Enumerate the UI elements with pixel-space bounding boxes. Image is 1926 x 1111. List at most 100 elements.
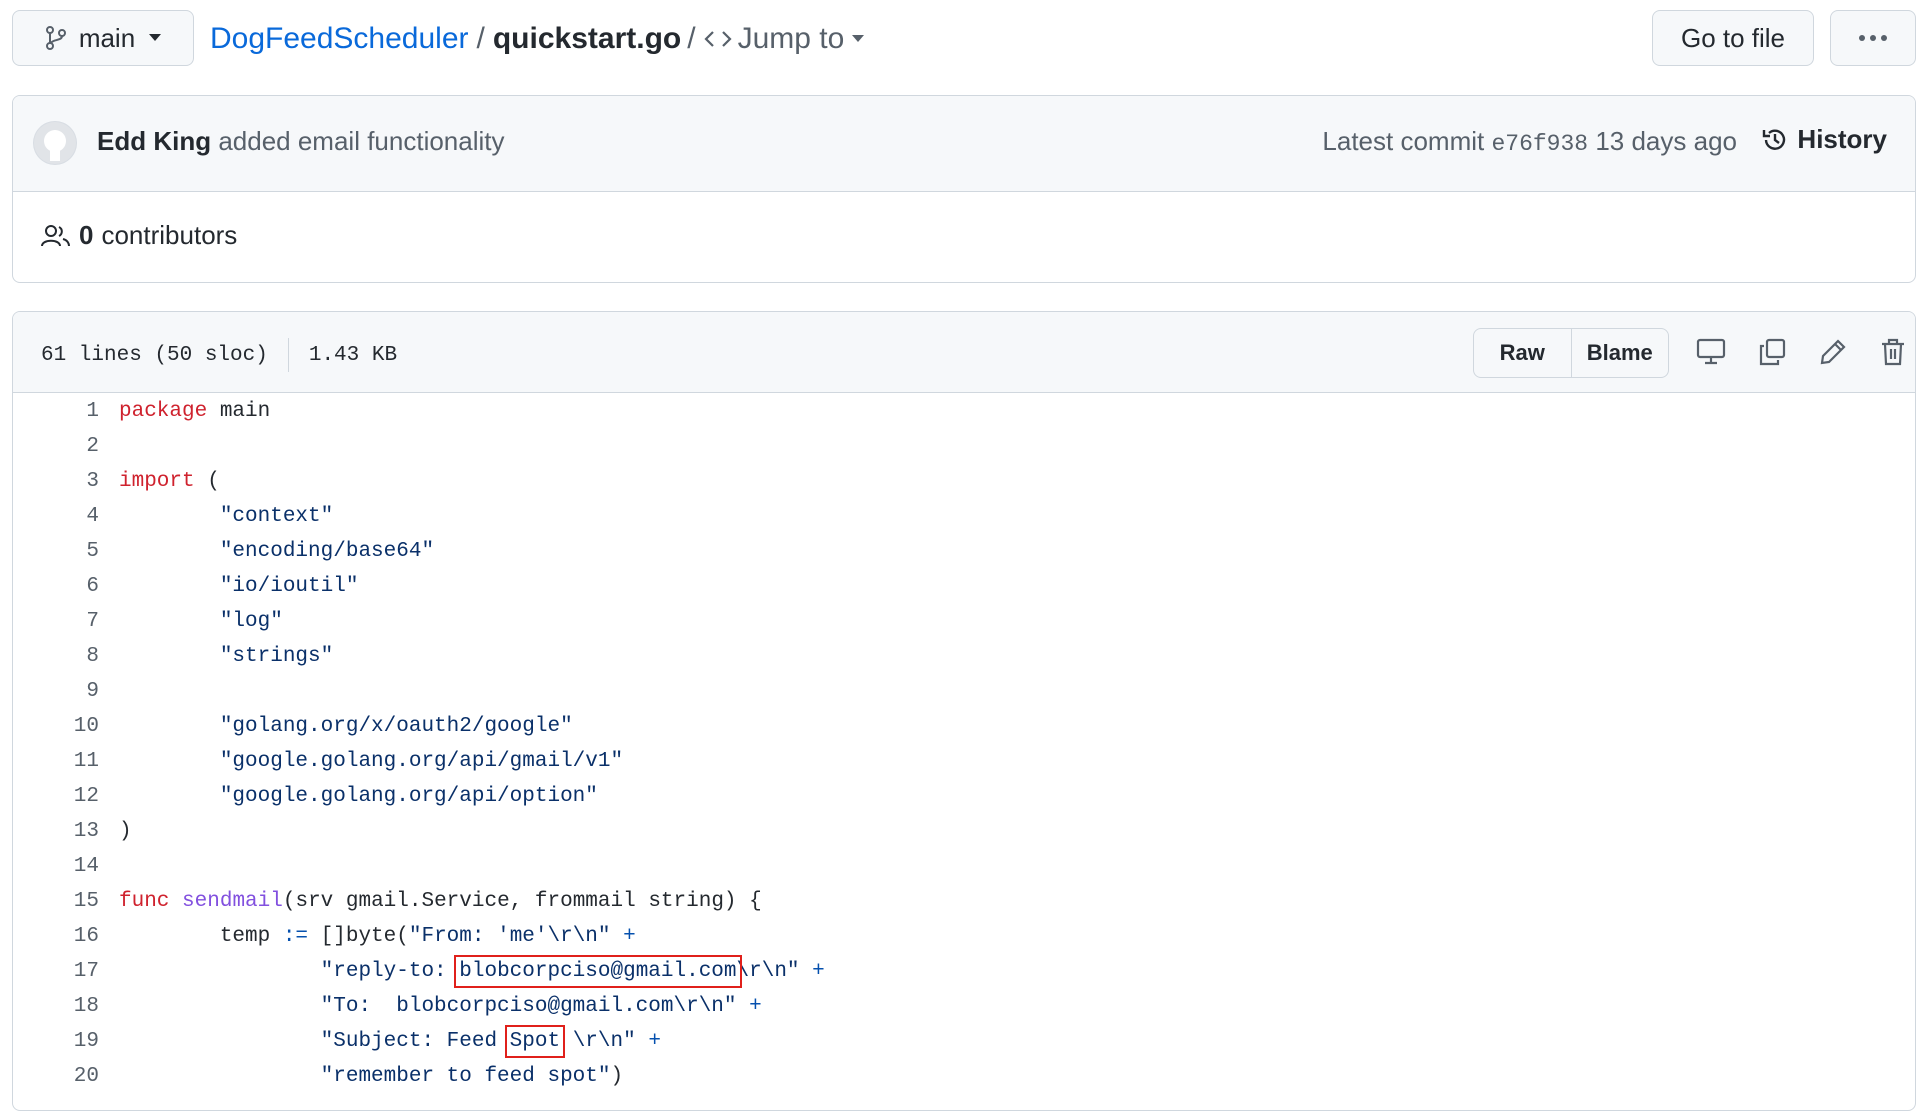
- code-line: 14: [13, 849, 1915, 884]
- line-number[interactable]: 12: [13, 779, 99, 814]
- code-line: 5 "encoding/base64": [13, 534, 1915, 569]
- code-text: "Subject: Feed Spot \r\n" +: [119, 1025, 661, 1058]
- copy-raw-button[interactable]: [1754, 334, 1790, 370]
- line-number[interactable]: 16: [13, 919, 99, 954]
- commit-message: Edd King added email functionality: [97, 126, 505, 157]
- commit-info: Latest commit e76f938 13 days ago: [1322, 126, 1737, 157]
- code-text: "remember to feed spot"): [119, 1065, 624, 1088]
- line-number[interactable]: 13: [13, 814, 99, 849]
- code-line: 17 "reply-to: blobcorpciso@gmail.com\r\n…: [13, 954, 1915, 989]
- code-line: 10 "golang.org/x/oauth2/google": [13, 709, 1915, 744]
- go-to-file-button[interactable]: Go to file: [1652, 10, 1814, 66]
- code-line: 12 "google.golang.org/api/option": [13, 779, 1915, 814]
- line-number[interactable]: 11: [13, 744, 99, 779]
- code-line: 18 "To: blobcorpciso@gmail.com\r\n" +: [13, 989, 1915, 1024]
- contributors[interactable]: 0 contributors: [41, 220, 237, 251]
- history-icon: [1763, 129, 1786, 150]
- commit-title[interactable]: added email functionality: [218, 126, 504, 156]
- pencil-icon: [1820, 339, 1846, 365]
- line-number[interactable]: 9: [13, 674, 99, 709]
- code-line: 4 "context": [13, 499, 1915, 534]
- file-info: 61 lines (50 sloc) 1.43 KB: [41, 338, 397, 372]
- latest-commit-bar: Edd King added email functionality Lates…: [13, 96, 1915, 192]
- blame-button[interactable]: Blame: [1570, 329, 1669, 377]
- contributors-count: 0: [79, 220, 94, 250]
- branch-name: main: [78, 22, 136, 53]
- raw-button[interactable]: Raw: [1474, 329, 1571, 377]
- code-text: temp := []byte("From: 'me'\r\n" +: [119, 925, 636, 948]
- line-number[interactable]: 10: [13, 709, 99, 744]
- file-header: 61 lines (50 sloc) 1.43 KB Raw Blame: [13, 312, 1915, 393]
- code-text: "context": [119, 505, 334, 528]
- git-branch-icon: [45, 26, 66, 50]
- line-number[interactable]: 18: [13, 989, 99, 1024]
- code-text: package main: [119, 400, 271, 423]
- code-line: 6 "io/ioutil": [13, 569, 1915, 604]
- file-viewer: 61 lines (50 sloc) 1.43 KB Raw Blame 1 p…: [12, 311, 1916, 1111]
- more-options-button[interactable]: [1830, 10, 1916, 66]
- line-number[interactable]: 8: [13, 639, 99, 674]
- line-number[interactable]: 7: [13, 604, 99, 639]
- avatar[interactable]: [33, 121, 77, 165]
- edit-file-button[interactable]: [1815, 334, 1851, 370]
- history-label: History: [1797, 124, 1887, 154]
- commit-box: Edd King added email functionality Lates…: [12, 95, 1916, 283]
- caret-down-icon: [852, 35, 865, 42]
- copy-icon: [1759, 338, 1786, 366]
- line-number[interactable]: 5: [13, 534, 99, 569]
- people-icon: [41, 224, 70, 246]
- code-line: 20 "remember to feed spot"): [13, 1059, 1915, 1094]
- line-number[interactable]: 19: [13, 1024, 99, 1059]
- line-number[interactable]: 15: [13, 884, 99, 919]
- commit-author[interactable]: Edd King: [97, 126, 211, 156]
- code-text: "google.golang.org/api/gmail/v1": [119, 750, 624, 773]
- jump-to-menu[interactable]: / Jump to: [687, 22, 870, 56]
- highlighted-subject: Spot: [504, 1025, 566, 1058]
- contributors-label: contributors: [101, 220, 238, 250]
- open-desktop-button[interactable]: [1693, 334, 1729, 370]
- code-text: "encoding/base64": [119, 540, 435, 563]
- line-number[interactable]: 6: [13, 569, 99, 604]
- divider: [287, 338, 289, 372]
- code-listing: 1 package main 2 3 import ( 4 "context" 5 …: [13, 394, 1915, 1094]
- code-text: "golang.org/x/oauth2/google": [119, 715, 573, 738]
- line-number[interactable]: 17: [13, 954, 99, 989]
- highlighted-email: blobcorpciso@gmail.com: [454, 955, 742, 988]
- line-number[interactable]: 3: [13, 464, 99, 499]
- code-line: 11 "google.golang.org/api/gmail/v1": [13, 744, 1915, 779]
- code-line: 13): [13, 814, 1915, 849]
- code-line: 3 import (: [13, 464, 1915, 499]
- commit-sha[interactable]: e76f938: [1491, 131, 1588, 157]
- line-number[interactable]: 14: [13, 849, 99, 884]
- code-line: 16 temp := []byte("From: 'me'\r\n" +: [13, 919, 1915, 954]
- commit-age: 13 days ago: [1595, 126, 1737, 156]
- line-number[interactable]: 2: [13, 429, 99, 464]
- line-number[interactable]: 1: [13, 394, 99, 429]
- code-text: "To: blobcorpciso@gmail.com\r\n" +: [119, 995, 762, 1018]
- code-text: import (: [119, 470, 220, 493]
- file-size: 1.43 KB: [308, 343, 398, 367]
- code-text: "log": [119, 610, 283, 633]
- jump-to-label: Jump to: [737, 22, 845, 55]
- caret-down-icon: [149, 34, 162, 41]
- code-line: 15 func sendmail(srv gmail.Service, fromm…: [13, 884, 1915, 919]
- repo-link[interactable]: DogFeedScheduler: [210, 22, 469, 56]
- code-line: 7 "log": [13, 604, 1915, 639]
- code-text: ): [119, 820, 132, 843]
- file-lines: 61 lines (50 sloc): [41, 343, 268, 367]
- line-number[interactable]: 4: [13, 499, 99, 534]
- code-text: "strings": [119, 645, 334, 668]
- branch-selector-button[interactable]: main: [12, 10, 194, 66]
- code-text: "reply-to: blobcorpciso@gmail.com\r\n" +: [119, 955, 825, 988]
- code-line: 2: [13, 429, 1915, 464]
- raw-blame-group: Raw Blame: [1473, 328, 1669, 378]
- history-link[interactable]: History: [1761, 124, 1887, 155]
- line-number[interactable]: 20: [13, 1059, 99, 1094]
- jump-separator: /: [687, 22, 696, 55]
- delete-file-button[interactable]: [1875, 334, 1911, 370]
- octocat-avatar-icon: [34, 122, 76, 164]
- breadcrumb: DogFeedScheduler / quickstart.go / Jump …: [210, 12, 870, 66]
- file-name: quickstart.go: [492, 22, 682, 55]
- code-line: 8 "strings": [13, 639, 1915, 674]
- code-text: "google.golang.org/api/option": [119, 785, 598, 808]
